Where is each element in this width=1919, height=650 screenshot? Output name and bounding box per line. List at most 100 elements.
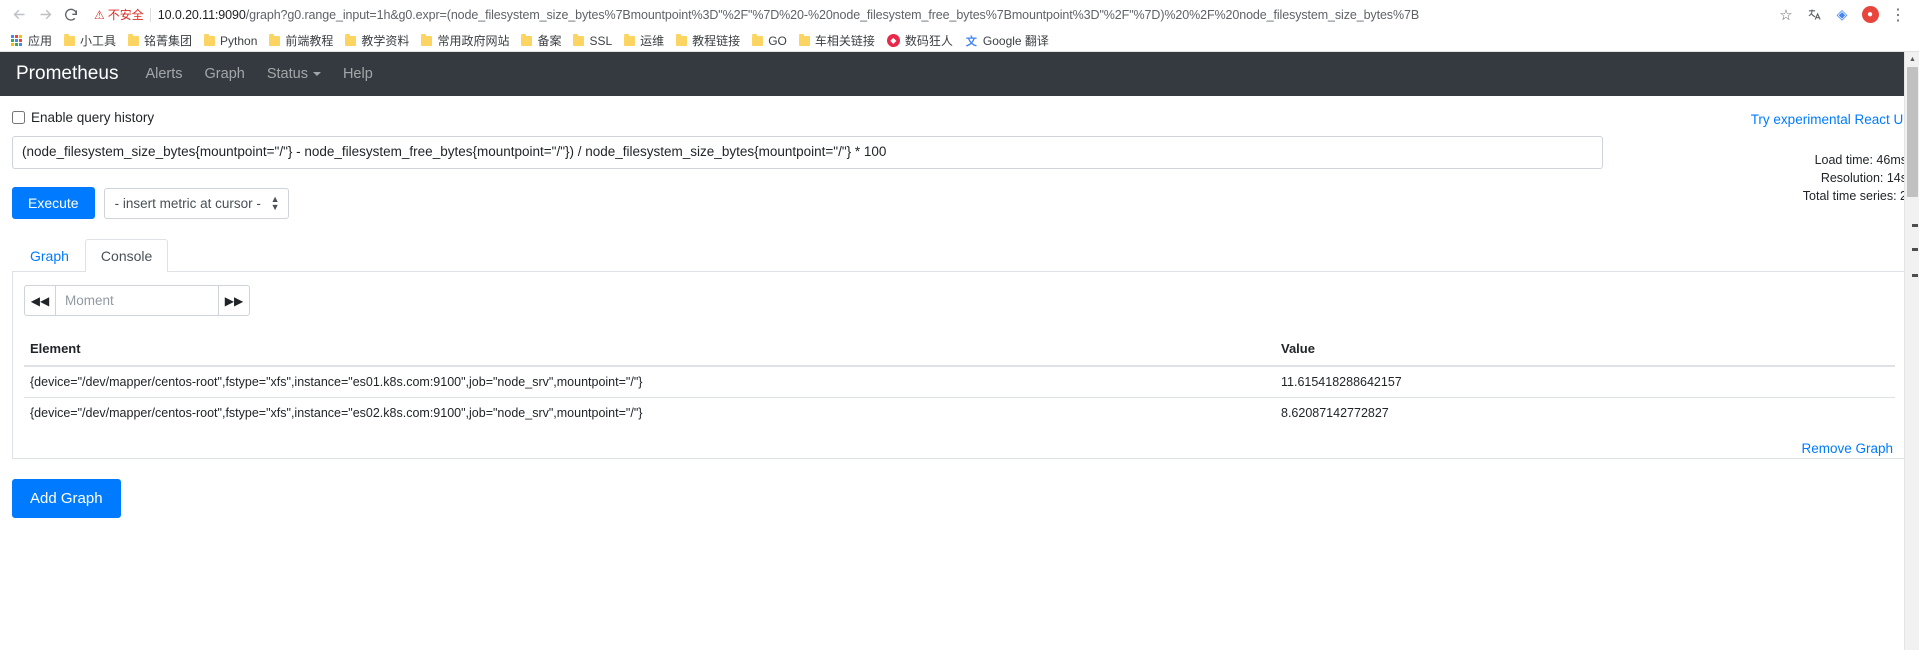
bookmark-item[interactable]: 车相关链接 [794,31,882,50]
bookmark-item[interactable]: 常用政府网站 [416,31,516,50]
bookmark-item[interactable]: 铭菁集团 [123,31,199,50]
add-graph-button[interactable]: Add Graph [12,479,121,518]
metric-select-wrapper: - insert metric at cursor - ▲ ▼ [103,187,289,219]
bookmark-item[interactable]: 小工具 [59,31,123,50]
remove-graph-link[interactable]: Remove Graph [1801,441,1893,456]
nav-alerts[interactable]: Alerts [134,66,193,82]
bookmark-label: 常用政府网站 [437,34,510,48]
tab-graph[interactable]: Graph [14,239,85,272]
google-translate-icon: 文 [965,35,977,48]
url-host: 10.0.20.11:9090 [157,7,246,22]
results-table-head: Element Value [24,332,1895,367]
nav-help-label: Help [342,66,373,82]
query-left-column: Enable query history Execute - insert me… [12,110,1617,219]
tab-console[interactable]: Console [84,239,169,272]
folder-icon [64,33,76,46]
scrollbar-thumb[interactable] [1907,67,1918,197]
cell-element: {device="/dev/mapper/centos-root",fstype… [24,365,1275,398]
bookmark-item[interactable]: GO [747,33,794,49]
query-right-column: Try experimental React UI Load time: 46m… [1617,110,1907,205]
cell-value: 8.62087142772827 [1275,397,1895,428]
prometheus-navbar: Prometheus Alerts Graph Status Help [0,52,1919,96]
insert-metric-select[interactable]: - insert metric at cursor - [103,187,289,219]
browser-toolbar: ⚠ 不安全 10.0.20.11:9090/graph?g0.range_inp… [0,0,1919,30]
console-panel: ◀◀ ▶▶ Element Value {device="/dev/mapper… [12,272,1907,459]
nav-help[interactable]: Help [332,66,384,82]
cell-element: {device="/dev/mapper/centos-root",fstype… [24,397,1275,428]
bookmark-item[interactable]: SSL [568,33,619,49]
bookmark-item[interactable]: 教学资料 [340,31,416,50]
arrow-right-icon [40,9,51,20]
try-react-ui-link[interactable]: Try experimental React UI [1751,112,1907,127]
bookmark-item[interactable]: 运维 [619,31,671,50]
bookmark-label: 运维 [640,34,665,48]
results-table-body: {device="/dev/mapper/centos-root",fstype… [24,365,1895,428]
browser-menu-icon[interactable]: ⋮ [1885,2,1911,28]
page-scrollbar[interactable]: ▲ ▼ [1904,52,1919,650]
folder-icon [676,33,688,46]
back-button[interactable] [6,2,32,28]
folder-icon [521,33,533,46]
bookmark-apps[interactable]: 应用 [6,31,59,50]
apps-grid-icon [11,35,23,46]
scroll-marker [1912,274,1918,277]
bookmark-star-icon[interactable]: ☆ [1773,2,1799,28]
moment-next-button[interactable]: ▶▶ [218,285,250,316]
table-row: {device="/dev/mapper/centos-root",fstype… [24,397,1895,428]
folder-icon [128,33,140,46]
resolution: Resolution: 14s [1820,171,1907,185]
bookmark-label: 应用 [28,34,53,48]
bookmark-label: 铭菁集团 [144,34,193,48]
moment-input[interactable] [56,285,218,316]
nav-status[interactable]: Status [256,66,332,82]
bookmark-label: GO [768,33,787,48]
table-row: {device="/dev/mapper/centos-root",fstype… [24,365,1895,398]
nav-graph[interactable]: Graph [194,66,256,82]
bookmark-item[interactable]: 文 Google 翻译 [960,31,1056,50]
extension-blue-icon[interactable]: ◈ [1829,2,1855,28]
brand-title[interactable]: Prometheus [8,63,134,85]
bookmark-label: SSL [589,33,613,48]
folder-icon [204,33,216,46]
bookmark-label: 车相关链接 [814,34,875,48]
bookmark-item[interactable]: 备案 [516,31,568,50]
omnibox-divider [149,7,151,22]
load-time: Load time: 46ms [1814,153,1907,167]
folder-icon [421,33,433,46]
moment-controls: ◀◀ ▶▶ [24,285,1895,316]
chevron-down-icon [312,72,321,76]
moment-prev-button[interactable]: ◀◀ [24,285,56,316]
bookmark-label: Python [220,33,258,48]
bookmark-item[interactable]: 前端教程 [264,31,340,50]
column-header-element: Element [24,332,1275,367]
folder-icon [345,33,357,46]
execute-button[interactable]: Execute [12,187,95,219]
browser-chrome: ⚠ 不安全 10.0.20.11:9090/graph?g0.range_inp… [0,0,1919,52]
forward-button[interactable] [32,2,58,28]
expression-input[interactable] [12,136,1603,169]
scroll-marker [1912,248,1918,251]
bookmark-item[interactable]: 教程链接 [671,31,747,50]
bookmark-label: 备案 [537,34,562,48]
bookmark-item[interactable]: ◆ 数码狂人 [882,31,960,50]
remove-graph-row: Remove Graph [24,428,1895,458]
scroll-up-icon[interactable]: ▲ [1905,52,1919,67]
folder-icon [269,33,281,46]
translate-icon[interactable] [1801,2,1827,28]
toolbar-icons: ☆ ◈ ● ⋮ [1773,2,1913,28]
security-warning-label: 不安全 [107,8,144,22]
reload-button[interactable] [58,2,84,28]
address-bar[interactable]: ⚠ 不安全 10.0.20.11:9090/graph?g0.range_inp… [90,3,1769,26]
arrow-left-icon [13,9,24,20]
enable-query-history[interactable]: Enable query history [12,110,1603,125]
bookmark-item[interactable]: Python [199,33,264,49]
results-table: Element Value {device="/dev/mapper/cento… [24,332,1895,428]
bookmark-label: Google 翻译 [982,34,1049,48]
bookmark-label: 前端教程 [285,34,334,48]
result-tabs: Graph Console [12,239,1907,272]
extension-red-icon[interactable]: ● [1857,2,1883,28]
cell-value: 11.615418288642157 [1275,365,1895,398]
translate-glyph-icon [1808,9,1821,20]
enable-query-history-checkbox[interactable] [12,111,25,124]
security-warning[interactable]: ⚠ 不安全 [90,6,150,23]
